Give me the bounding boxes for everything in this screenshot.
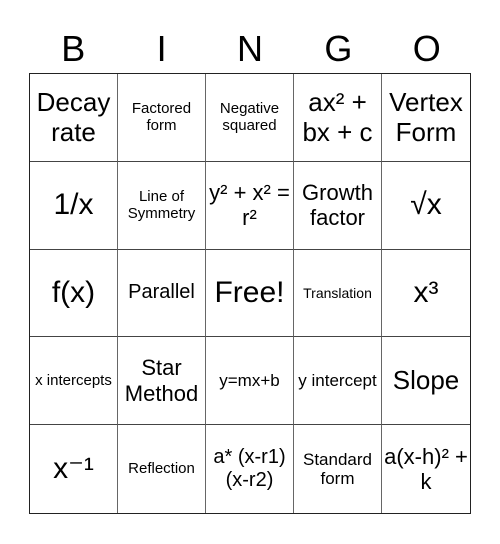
bingo-cell[interactable]: Decay rate [30, 74, 118, 162]
bingo-cell[interactable]: Standard form [294, 425, 382, 513]
header-letter-o: O [412, 28, 441, 69]
bingo-cell[interactable]: √x [382, 162, 470, 250]
bingo-cell[interactable]: x⁻¹ [30, 425, 118, 513]
bingo-board: Decay rate Factored form Negative square… [29, 73, 471, 514]
free-space-cell[interactable]: Free! [206, 249, 294, 338]
bingo-cell[interactable]: ax² + bx + c [294, 74, 382, 162]
bingo-cell[interactable]: Star Method [118, 337, 206, 426]
bingo-cell[interactable]: Parallel [118, 249, 206, 338]
bingo-cell[interactable]: Growth factor [294, 161, 382, 250]
bingo-cell[interactable]: f(x) [30, 249, 118, 338]
bingo-cell[interactable]: Slope [382, 337, 470, 426]
bingo-cell[interactable]: Vertex Form [382, 74, 470, 162]
header-letter-g: G [324, 28, 353, 69]
bingo-cell[interactable]: Negative squared [206, 74, 294, 162]
bingo-cell[interactable]: a* (x-r1) (x-r2) [206, 425, 294, 513]
bingo-cell[interactable]: x³ [382, 250, 470, 338]
bingo-cell[interactable]: Reflection [118, 425, 206, 513]
bingo-cell[interactable]: y intercept [294, 337, 382, 426]
bingo-cell[interactable]: Line of Symmetry [118, 161, 206, 250]
bingo-cell[interactable]: Translation [294, 249, 382, 338]
bingo-cell[interactable]: y² + x² = r² [206, 161, 294, 250]
bingo-header: B I N G O [29, 26, 471, 72]
bingo-cell[interactable]: y=mx+b [206, 337, 294, 426]
header-letter-b: B [61, 28, 86, 69]
header-letter-i: I [156, 28, 167, 69]
header-letter-n: N [236, 28, 263, 69]
bingo-cell[interactable]: a(x-h)² + k [382, 425, 470, 513]
bingo-cell[interactable]: x intercepts [30, 337, 118, 426]
bingo-cell[interactable]: Factored form [118, 74, 206, 162]
bingo-cell[interactable]: 1/x [30, 161, 118, 250]
